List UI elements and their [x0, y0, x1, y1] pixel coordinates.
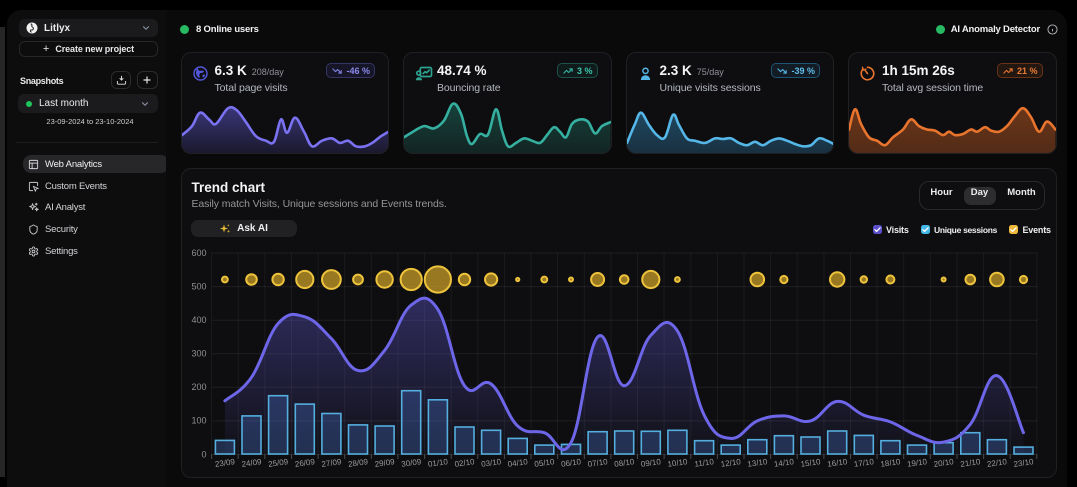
svg-text:23/09: 23/09	[214, 457, 236, 469]
svg-text:04/10: 04/10	[507, 457, 529, 469]
svg-text:15/10: 15/10	[800, 457, 822, 469]
svg-text:10/10: 10/10	[666, 457, 688, 469]
svg-text:30/09: 30/09	[400, 457, 422, 469]
svg-text:18/10: 18/10	[879, 457, 901, 469]
svg-text:600: 600	[191, 248, 206, 258]
svg-text:11/10: 11/10	[693, 457, 714, 469]
svg-text:16/10: 16/10	[826, 457, 848, 469]
svg-text:14/10: 14/10	[773, 457, 795, 469]
svg-text:09/10: 09/10	[640, 457, 662, 469]
svg-text:28/09: 28/09	[347, 457, 369, 469]
svg-text:05/10: 05/10	[533, 457, 555, 469]
svg-text:12/10: 12/10	[720, 457, 742, 469]
svg-text:27/09: 27/09	[320, 457, 342, 469]
svg-text:29/09: 29/09	[374, 457, 396, 469]
svg-text:03/10: 03/10	[480, 457, 502, 469]
svg-text:200: 200	[191, 382, 206, 392]
svg-text:20/10: 20/10	[933, 457, 955, 469]
svg-text:500: 500	[191, 281, 206, 291]
svg-text:13/10: 13/10	[746, 457, 768, 469]
svg-text:100: 100	[191, 416, 206, 426]
svg-text:01/10: 01/10	[427, 457, 449, 469]
svg-text:02/10: 02/10	[454, 457, 476, 469]
svg-text:24/09: 24/09	[241, 457, 263, 469]
svg-text:25/09: 25/09	[267, 457, 289, 469]
svg-text:400: 400	[191, 315, 206, 325]
svg-text:300: 300	[191, 349, 206, 359]
svg-text:08/10: 08/10	[613, 457, 635, 469]
svg-text:0: 0	[201, 449, 206, 459]
svg-text:19/10: 19/10	[906, 457, 928, 469]
svg-text:17/10: 17/10	[853, 457, 875, 469]
svg-text:22/10: 22/10	[986, 457, 1008, 469]
svg-text:06/10: 06/10	[560, 457, 582, 469]
svg-text:23/10: 23/10	[1013, 457, 1035, 469]
svg-text:21/10: 21/10	[959, 457, 981, 469]
svg-text:26/09: 26/09	[294, 457, 316, 469]
svg-text:07/10: 07/10	[587, 457, 609, 469]
